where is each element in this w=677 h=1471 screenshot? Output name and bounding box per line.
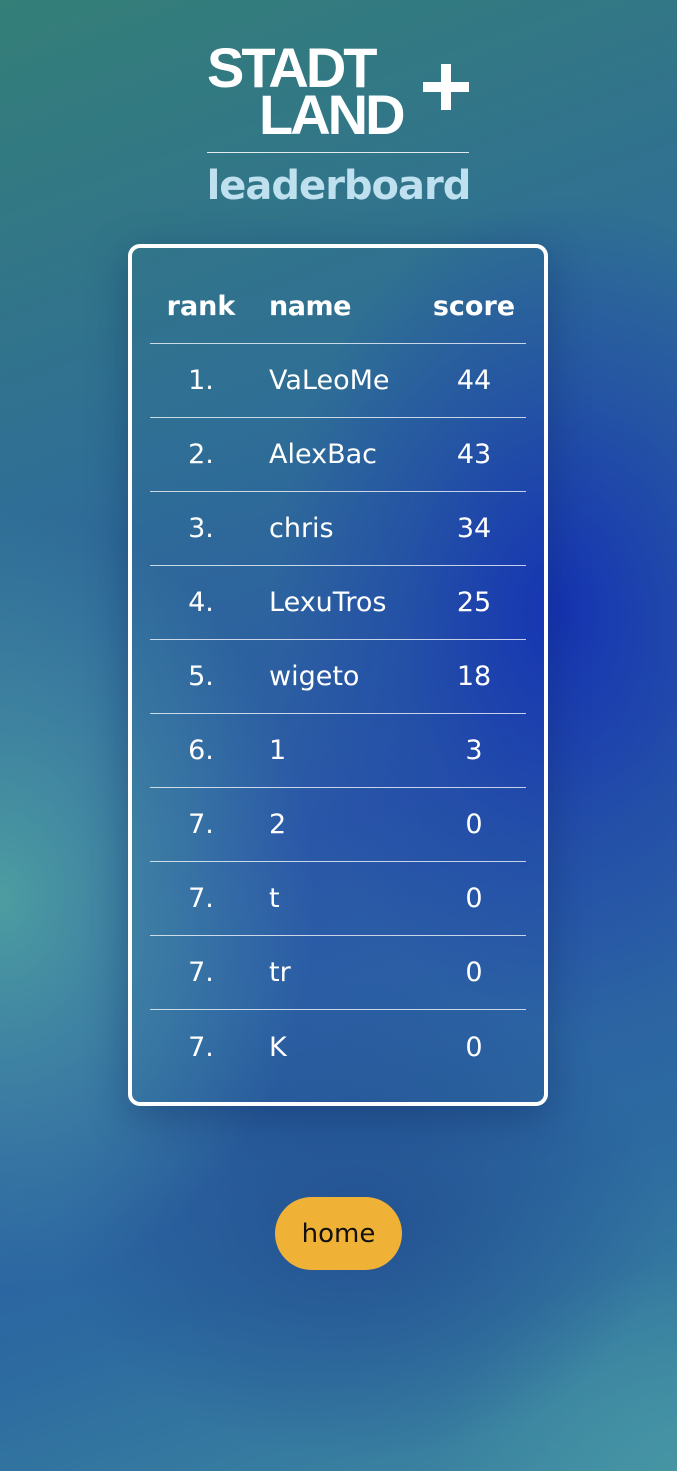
- name-cell: t: [269, 883, 280, 914]
- name-cell: wigeto: [269, 661, 360, 692]
- leaderboard-table: rank name score 1. VaLeoMe 44 2. AlexBac…: [150, 270, 526, 1084]
- logo-divider: [207, 152, 469, 153]
- score-cell: 18: [456, 661, 492, 692]
- plus-icon: [423, 64, 469, 110]
- rank-cell: 3.: [188, 513, 214, 544]
- score-cell: 43: [456, 439, 492, 470]
- table-row: 7. t 0: [150, 862, 526, 936]
- table-row: 1. VaLeoMe 44: [150, 344, 526, 418]
- name-cell: AlexBac: [269, 439, 377, 470]
- score-cell: 0: [465, 1031, 483, 1063]
- table-row: 7. 2 0: [150, 788, 526, 862]
- table-row: 4. LexuTros 25: [150, 566, 526, 640]
- app-logo: STADT LAND: [207, 40, 469, 146]
- logo-text-land: LAND: [259, 83, 406, 146]
- column-header-score: score: [432, 291, 516, 322]
- name-cell: K: [269, 1031, 287, 1063]
- rank-cell: 7.: [188, 957, 214, 988]
- rank-cell: 6.: [188, 735, 214, 766]
- table-header-row: rank name score: [150, 270, 526, 344]
- score-cell: 0: [465, 809, 483, 840]
- page-title: leaderboard: [206, 163, 472, 209]
- name-cell: 2: [269, 809, 287, 840]
- name-cell: 1: [269, 735, 287, 766]
- name-cell: tr: [269, 957, 291, 988]
- rank-cell: 1.: [188, 365, 214, 396]
- score-cell: 3: [465, 735, 483, 766]
- rank-cell: 5.: [188, 661, 214, 692]
- score-cell: 34: [456, 513, 492, 544]
- score-cell: 25: [456, 587, 492, 618]
- rank-cell: 4.: [188, 587, 214, 618]
- rank-cell: 2.: [188, 439, 214, 470]
- column-header-name: name: [269, 291, 351, 322]
- table-row: 6. 1 3: [150, 714, 526, 788]
- table-row: 7. tr 0: [150, 936, 526, 1010]
- rank-cell: 7.: [188, 1031, 214, 1063]
- name-cell: VaLeoMe: [269, 365, 390, 396]
- home-button[interactable]: home: [275, 1197, 402, 1270]
- column-header-rank: rank: [166, 291, 236, 322]
- score-cell: 44: [456, 365, 492, 396]
- table-row: 2. AlexBac 43: [150, 418, 526, 492]
- table-row: 5. wigeto 18: [150, 640, 526, 714]
- table-row: 7. K 0: [150, 1010, 526, 1084]
- score-cell: 0: [465, 883, 483, 914]
- rank-cell: 7.: [188, 883, 214, 914]
- score-cell: 0: [465, 957, 483, 988]
- name-cell: LexuTros: [269, 587, 387, 618]
- leaderboard-card: rank name score 1. VaLeoMe 44 2. AlexBac…: [128, 244, 548, 1106]
- name-cell: chris: [269, 513, 334, 544]
- rank-cell: 7.: [188, 809, 214, 840]
- table-row: 3. chris 34: [150, 492, 526, 566]
